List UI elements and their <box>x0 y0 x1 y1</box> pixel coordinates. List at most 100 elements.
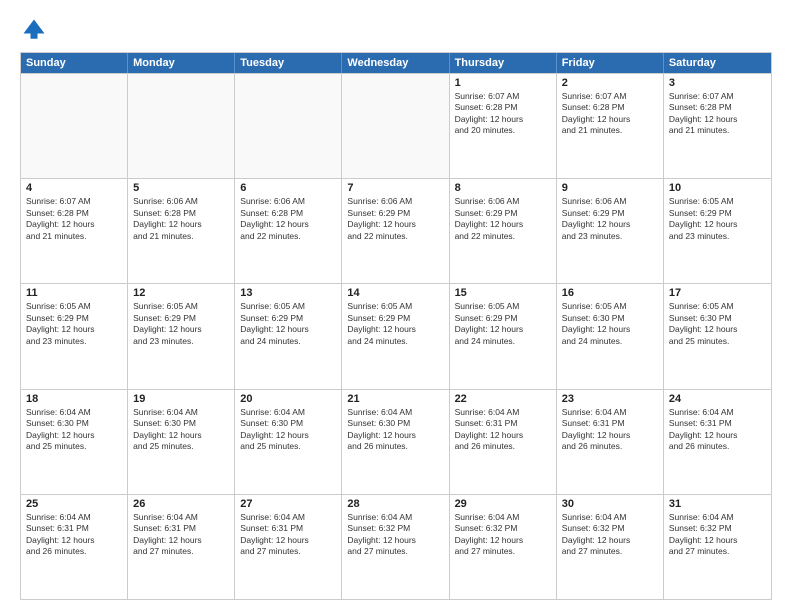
calendar-cell: 31 Sunrise: 6:04 AMSunset: 6:32 PMDayligh… <box>664 495 771 599</box>
cell-info: Sunrise: 6:04 AMSunset: 6:32 PMDaylight:… <box>669 512 766 558</box>
day-number: 17 <box>669 287 766 299</box>
cell-info: Sunrise: 6:07 AMSunset: 6:28 PMDaylight:… <box>669 91 766 137</box>
calendar: SundayMondayTuesdayWednesdayThursdayFrid… <box>20 52 772 600</box>
day-number: 28 <box>347 498 443 510</box>
day-number: 1 <box>455 77 551 89</box>
cell-info: Sunrise: 6:05 AMSunset: 6:29 PMDaylight:… <box>455 301 551 347</box>
calendar-cell: 25 Sunrise: 6:04 AMSunset: 6:31 PMDayligh… <box>21 495 128 599</box>
cell-info: Sunrise: 6:04 AMSunset: 6:30 PMDaylight:… <box>26 407 122 453</box>
day-number: 27 <box>240 498 336 510</box>
day-number: 29 <box>455 498 551 510</box>
day-number: 20 <box>240 393 336 405</box>
cell-info: Sunrise: 6:06 AMSunset: 6:29 PMDaylight:… <box>455 196 551 242</box>
calendar-row: 25 Sunrise: 6:04 AMSunset: 6:31 PMDayligh… <box>21 494 771 599</box>
calendar-cell <box>128 74 235 178</box>
cell-info: Sunrise: 6:07 AMSunset: 6:28 PMDaylight:… <box>562 91 658 137</box>
cell-info: Sunrise: 6:04 AMSunset: 6:30 PMDaylight:… <box>347 407 443 453</box>
day-number: 9 <box>562 182 658 194</box>
calendar-row: 18 Sunrise: 6:04 AMSunset: 6:30 PMDayligh… <box>21 389 771 494</box>
calendar-cell: 3 Sunrise: 6:07 AMSunset: 6:28 PMDaylight… <box>664 74 771 178</box>
day-number: 15 <box>455 287 551 299</box>
calendar-cell: 28 Sunrise: 6:04 AMSunset: 6:32 PMDayligh… <box>342 495 449 599</box>
calendar-cell: 1 Sunrise: 6:07 AMSunset: 6:28 PMDaylight… <box>450 74 557 178</box>
calendar-cell: 2 Sunrise: 6:07 AMSunset: 6:28 PMDaylight… <box>557 74 664 178</box>
cell-info: Sunrise: 6:04 AMSunset: 6:32 PMDaylight:… <box>347 512 443 558</box>
cell-info: Sunrise: 6:04 AMSunset: 6:31 PMDaylight:… <box>26 512 122 558</box>
weekday-header: Friday <box>557 53 664 73</box>
cell-info: Sunrise: 6:04 AMSunset: 6:31 PMDaylight:… <box>133 512 229 558</box>
weekday-header: Saturday <box>664 53 771 73</box>
calendar-cell: 17 Sunrise: 6:05 AMSunset: 6:30 PMDayligh… <box>664 284 771 388</box>
day-number: 8 <box>455 182 551 194</box>
cell-info: Sunrise: 6:04 AMSunset: 6:30 PMDaylight:… <box>133 407 229 453</box>
calendar-cell: 24Sunrise: 6:04 AMSunset: 6:31 PMDayligh… <box>664 390 771 494</box>
cell-info: Sunrise: 6:05 AMSunset: 6:29 PMDaylight:… <box>240 301 336 347</box>
calendar-cell: 21 Sunrise: 6:04 AMSunset: 6:30 PMDayligh… <box>342 390 449 494</box>
weekday-header: Sunday <box>21 53 128 73</box>
calendar-cell: 6Sunrise: 6:06 AMSunset: 6:28 PMDaylight… <box>235 179 342 283</box>
weekday-header: Wednesday <box>342 53 449 73</box>
calendar-cell: 15 Sunrise: 6:05 AMSunset: 6:29 PMDayligh… <box>450 284 557 388</box>
day-number: 30 <box>562 498 658 510</box>
cell-info: Sunrise: 6:04 AMSunset: 6:32 PMDaylight:… <box>455 512 551 558</box>
day-number: 3 <box>669 77 766 89</box>
cell-info: Sunrise: 6:05 AMSunset: 6:30 PMDaylight:… <box>562 301 658 347</box>
calendar-cell: 9Sunrise: 6:06 AMSunset: 6:29 PMDaylight… <box>557 179 664 283</box>
cell-info: Sunrise: 6:06 AMSunset: 6:29 PMDaylight:… <box>347 196 443 242</box>
cell-info: Sunrise: 6:04 AMSunset: 6:31 PMDaylight:… <box>240 512 336 558</box>
calendar-cell <box>21 74 128 178</box>
calendar-cell: 13 Sunrise: 6:05 AMSunset: 6:29 PMDayligh… <box>235 284 342 388</box>
day-number: 2 <box>562 77 658 89</box>
cell-info: Sunrise: 6:05 AMSunset: 6:29 PMDaylight:… <box>133 301 229 347</box>
cell-info: Sunrise: 6:04 AMSunset: 6:31 PMDaylight:… <box>562 407 658 453</box>
cell-info: Sunrise: 6:04 AMSunset: 6:31 PMDaylight:… <box>669 407 766 453</box>
calendar-cell: 8 Sunrise: 6:06 AMSunset: 6:29 PMDaylight… <box>450 179 557 283</box>
cell-info: Sunrise: 6:06 AMSunset: 6:28 PMDaylight:… <box>133 196 229 242</box>
day-number: 4 <box>26 182 122 194</box>
calendar-cell: 22 Sunrise: 6:04 AMSunset: 6:31 PMDayligh… <box>450 390 557 494</box>
calendar-cell: 20 Sunrise: 6:04 AMSunset: 6:30 PMDayligh… <box>235 390 342 494</box>
day-number: 11 <box>26 287 122 299</box>
calendar-cell: 19 Sunrise: 6:04 AMSunset: 6:30 PMDayligh… <box>128 390 235 494</box>
calendar-body: 1 Sunrise: 6:07 AMSunset: 6:28 PMDaylight… <box>21 73 771 599</box>
day-number: 22 <box>455 393 551 405</box>
calendar-cell: 10 Sunrise: 6:05 AMSunset: 6:29 PMDayligh… <box>664 179 771 283</box>
header <box>20 16 772 44</box>
cell-info: Sunrise: 6:06 AMSunset: 6:28 PMDaylight:… <box>240 196 336 242</box>
calendar-cell: 26Sunrise: 6:04 AMSunset: 6:31 PMDayligh… <box>128 495 235 599</box>
day-number: 13 <box>240 287 336 299</box>
cell-info: Sunrise: 6:05 AMSunset: 6:29 PMDaylight:… <box>26 301 122 347</box>
weekday-header: Tuesday <box>235 53 342 73</box>
calendar-cell: 18 Sunrise: 6:04 AMSunset: 6:30 PMDayligh… <box>21 390 128 494</box>
day-number: 31 <box>669 498 766 510</box>
day-number: 10 <box>669 182 766 194</box>
day-number: 16 <box>562 287 658 299</box>
day-number: 19 <box>133 393 229 405</box>
cell-info: Sunrise: 6:05 AMSunset: 6:29 PMDaylight:… <box>669 196 766 242</box>
calendar-cell: 5 Sunrise: 6:06 AMSunset: 6:28 PMDaylight… <box>128 179 235 283</box>
cell-info: Sunrise: 6:04 AMSunset: 6:30 PMDaylight:… <box>240 407 336 453</box>
day-number: 5 <box>133 182 229 194</box>
calendar-row: 1 Sunrise: 6:07 AMSunset: 6:28 PMDaylight… <box>21 73 771 178</box>
cell-info: Sunrise: 6:05 AMSunset: 6:29 PMDaylight:… <box>347 301 443 347</box>
cell-info: Sunrise: 6:07 AMSunset: 6:28 PMDaylight:… <box>26 196 122 242</box>
calendar-row: 11 Sunrise: 6:05 AMSunset: 6:29 PMDayligh… <box>21 283 771 388</box>
cell-info: Sunrise: 6:05 AMSunset: 6:30 PMDaylight:… <box>669 301 766 347</box>
day-number: 18 <box>26 393 122 405</box>
calendar-cell: 30 Sunrise: 6:04 AMSunset: 6:32 PMDayligh… <box>557 495 664 599</box>
calendar-cell: 4 Sunrise: 6:07 AMSunset: 6:28 PMDaylight… <box>21 179 128 283</box>
day-number: 12 <box>133 287 229 299</box>
weekday-header: Monday <box>128 53 235 73</box>
day-number: 21 <box>347 393 443 405</box>
calendar-cell: 12 Sunrise: 6:05 AMSunset: 6:29 PMDayligh… <box>128 284 235 388</box>
day-number: 7 <box>347 182 443 194</box>
cell-info: Sunrise: 6:04 AMSunset: 6:31 PMDaylight:… <box>455 407 551 453</box>
day-number: 25 <box>26 498 122 510</box>
calendar-cell: 23 Sunrise: 6:04 AMSunset: 6:31 PMDayligh… <box>557 390 664 494</box>
day-number: 23 <box>562 393 658 405</box>
cell-info: Sunrise: 6:04 AMSunset: 6:32 PMDaylight:… <box>562 512 658 558</box>
calendar-cell <box>235 74 342 178</box>
calendar-cell <box>342 74 449 178</box>
logo-icon <box>20 16 48 44</box>
cell-info: Sunrise: 6:07 AMSunset: 6:28 PMDaylight:… <box>455 91 551 137</box>
